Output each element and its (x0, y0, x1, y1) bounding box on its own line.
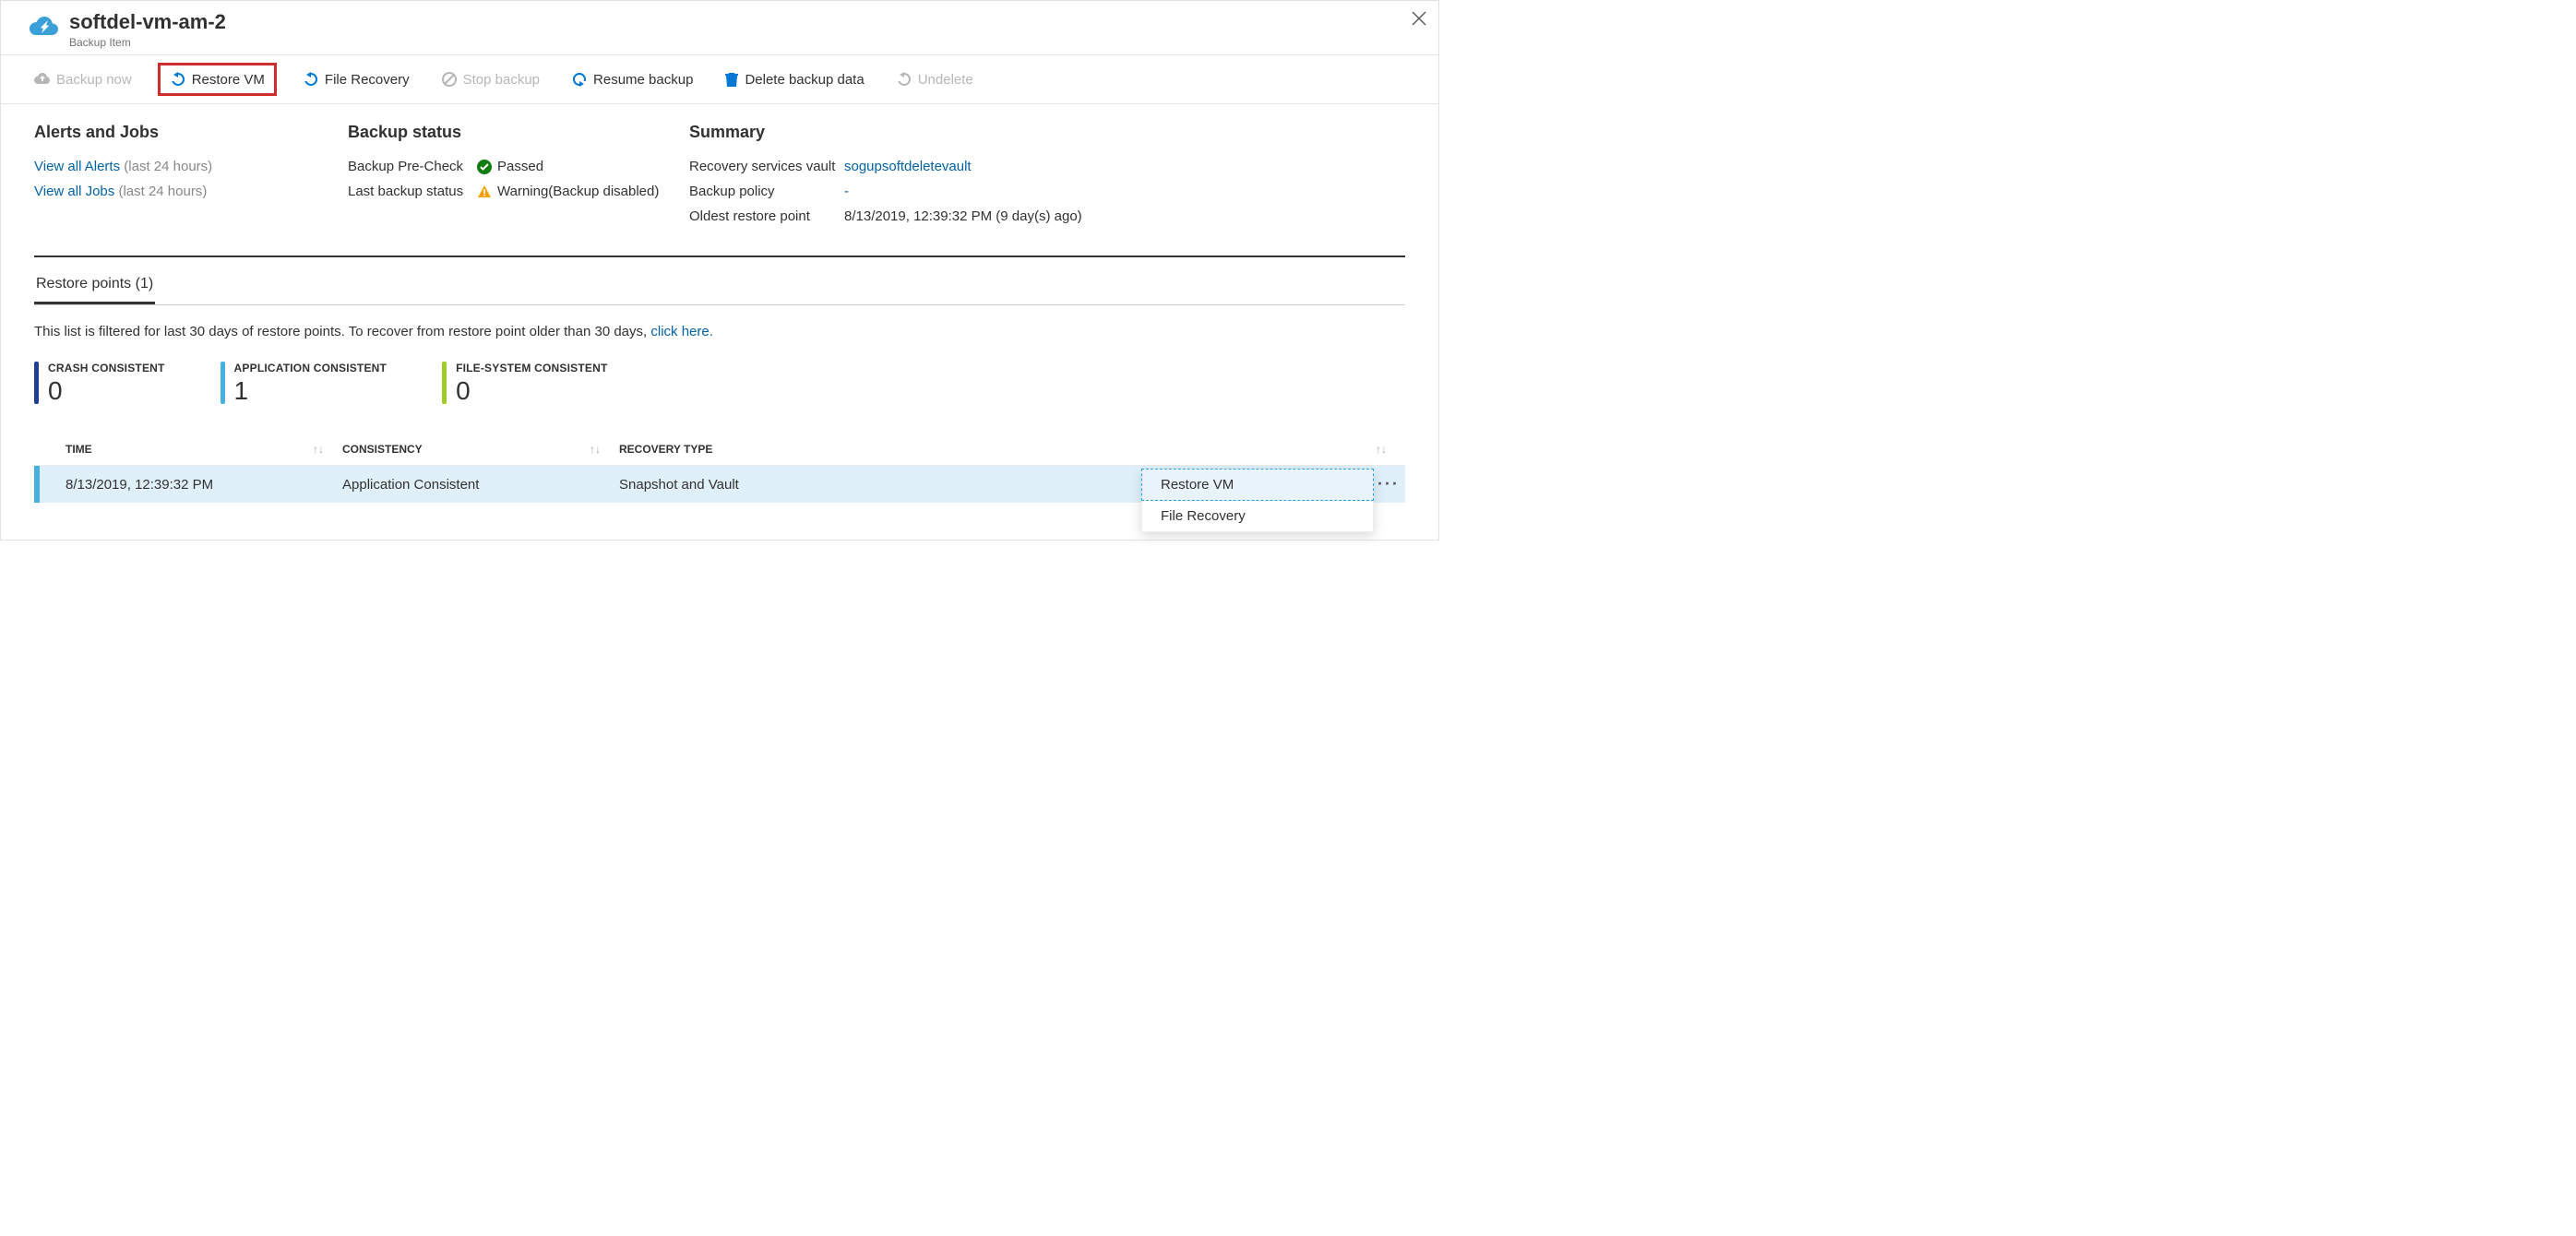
stop-backup-label: Stop backup (463, 72, 540, 88)
page-title: softdel-vm-am-2 (69, 10, 226, 34)
bar-icon (442, 362, 447, 404)
restore-points-table: TIME ↑↓ CONSISTENCY ↑↓ RECOVERY TYPE ↑↓ … (34, 434, 1405, 503)
file-recovery-label: File Recovery (325, 72, 410, 88)
crash-consistent-counter: CRASH CONSISTENT 0 (34, 362, 165, 406)
col-recovery[interactable]: RECOVERY TYPE ↑↓ (619, 443, 1405, 456)
command-bar: Backup now Restore VM File Recovery Stop… (1, 54, 1438, 104)
undo-icon (303, 71, 319, 88)
backup-now-button: Backup now (29, 68, 137, 91)
stop-backup-button: Stop backup (435, 67, 545, 91)
filter-note-link[interactable]: click here. (650, 324, 713, 339)
backup-item-blade: softdel-vm-am-2 Backup Item Backup now R… (0, 0, 1439, 541)
summary-title: Summary (689, 123, 1082, 142)
warning-icon (477, 184, 492, 199)
backup-now-label: Backup now (56, 72, 132, 88)
sort-icon: ↑↓ (1376, 443, 1387, 456)
last-backup-value: Warning(Backup disabled) (497, 184, 659, 199)
policy-link[interactable]: - (844, 184, 849, 199)
view-all-alerts-suffix: (last 24 hours) (124, 159, 212, 174)
alerts-and-jobs-section: Alerts and Jobs View all Alerts (last 24… (34, 123, 348, 233)
file-recovery-button[interactable]: File Recovery (297, 67, 415, 91)
sort-icon: ↑↓ (590, 443, 601, 456)
col-consistency-label: CONSISTENCY (342, 443, 423, 456)
restore-vm-button[interactable]: Restore VM (158, 63, 277, 96)
cell-consistency: Application Consistent (342, 477, 619, 493)
fs-label: FILE-SYSTEM CONSISTENT (456, 362, 607, 374)
backup-status-section: Backup status Backup Pre-Check Passed La… (348, 123, 689, 233)
section-divider (34, 256, 1405, 257)
alerts-title: Alerts and Jobs (34, 123, 348, 142)
ban-icon (441, 71, 458, 88)
policy-label: Backup policy (689, 184, 844, 199)
resume-backup-label: Resume backup (593, 72, 693, 88)
status-title: Backup status (348, 123, 689, 142)
restore-vm-label: Restore VM (192, 72, 265, 88)
oldest-value: 8/13/2019, 12:39:32 PM (9 day(s) ago) (844, 208, 1082, 224)
undo-icon (896, 71, 912, 88)
consistency-counters: CRASH CONSISTENT 0 APPLICATION CONSISTEN… (34, 362, 1405, 406)
application-consistent-counter: APPLICATION CONSISTENT 1 (221, 362, 388, 406)
close-icon[interactable] (1411, 10, 1427, 27)
page-subtitle: Backup Item (69, 36, 226, 49)
check-circle-icon (477, 160, 492, 174)
row-more-button[interactable]: ··· (1377, 475, 1400, 494)
row-context-menu: Restore VM File Recovery (1141, 469, 1374, 532)
app-label: APPLICATION CONSISTENT (234, 362, 388, 374)
col-time[interactable]: TIME ↑↓ (66, 443, 342, 456)
bar-icon (221, 362, 225, 404)
app-value: 1 (234, 376, 388, 406)
oldest-label: Oldest restore point (689, 208, 844, 224)
undelete-button: Undelete (890, 67, 979, 91)
filter-note: This list is filtered for last 30 days o… (34, 324, 1405, 339)
menu-file-recovery[interactable]: File Recovery (1141, 501, 1374, 532)
precheck-value: Passed (497, 159, 543, 174)
cloud-upload-icon (34, 73, 51, 86)
crash-label: CRASH CONSISTENT (48, 362, 165, 374)
resume-backup-button[interactable]: Resume backup (566, 67, 698, 91)
view-all-jobs-link[interactable]: View all Jobs (34, 184, 114, 199)
tabs: Restore points (1) (34, 270, 1405, 305)
bar-icon (34, 362, 39, 404)
undelete-label: Undelete (918, 72, 973, 88)
precheck-label: Backup Pre-Check (348, 159, 477, 174)
cell-time: 8/13/2019, 12:39:32 PM (66, 477, 342, 493)
row-accent-bar (34, 466, 40, 503)
last-backup-label: Last backup status (348, 184, 477, 199)
filter-note-text: This list is filtered for last 30 days o… (34, 324, 650, 339)
trash-icon (724, 71, 739, 88)
filesystem-consistent-counter: FILE-SYSTEM CONSISTENT 0 (442, 362, 607, 406)
view-all-alerts-link[interactable]: View all Alerts (34, 159, 120, 174)
col-time-label: TIME (66, 443, 92, 456)
blade-header: softdel-vm-am-2 Backup Item (1, 1, 1438, 54)
vault-link[interactable]: sogupsoftdeletevault (844, 159, 972, 174)
view-all-jobs-suffix: (last 24 hours) (118, 184, 207, 199)
refresh-icon (571, 71, 588, 88)
delete-backup-data-label: Delete backup data (745, 72, 864, 88)
col-consistency[interactable]: CONSISTENCY ↑↓ (342, 443, 619, 456)
delete-backup-data-button[interactable]: Delete backup data (719, 67, 869, 91)
cloud-icon (29, 16, 60, 40)
summary-section: Summary Recovery services vault sogupsof… (689, 123, 1082, 233)
menu-restore-vm[interactable]: Restore VM (1141, 469, 1374, 501)
vault-label: Recovery services vault (689, 159, 844, 174)
col-recovery-label: RECOVERY TYPE (619, 443, 712, 456)
crash-value: 0 (48, 376, 165, 406)
tab-restore-points[interactable]: Restore points (1) (34, 270, 155, 304)
undo-icon (170, 71, 186, 88)
fs-value: 0 (456, 376, 607, 406)
sort-icon: ↑↓ (313, 443, 324, 456)
table-header: TIME ↑↓ CONSISTENCY ↑↓ RECOVERY TYPE ↑↓ (34, 434, 1405, 466)
